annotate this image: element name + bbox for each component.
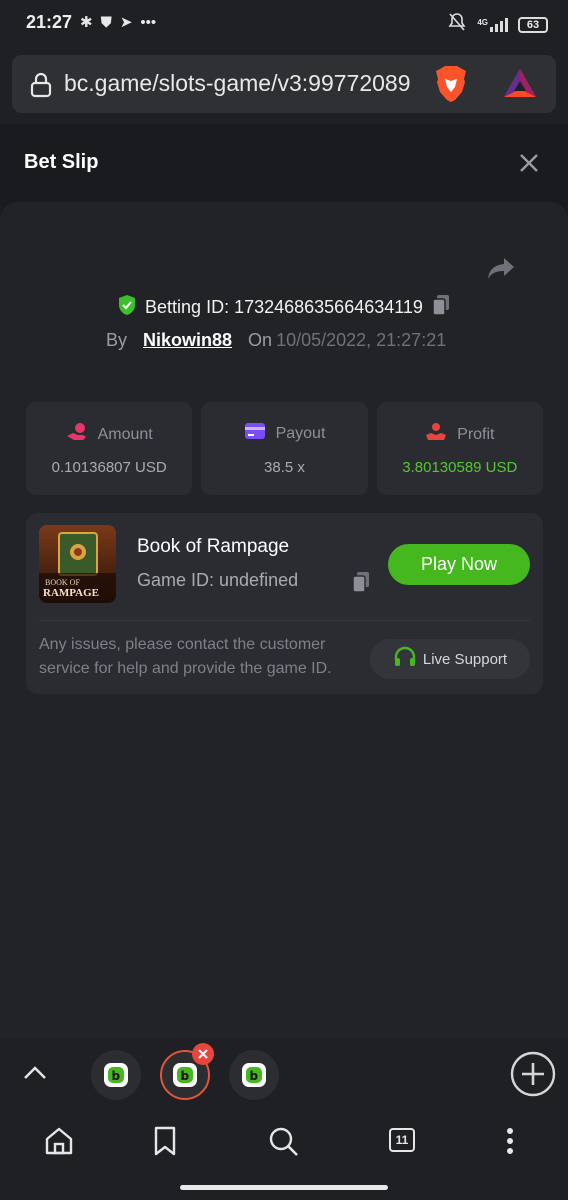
shield-status-icon: ⛊ bbox=[100, 13, 112, 31]
share-icon[interactable] bbox=[486, 256, 516, 287]
stat-payout: Payout 38.5 x bbox=[201, 402, 368, 495]
stat-label: Profit bbox=[457, 425, 495, 443]
battery-icon: 63 bbox=[518, 16, 548, 33]
bluetooth-icon: ✱ bbox=[80, 14, 93, 31]
bcgame-favicon-icon: b bbox=[104, 1063, 128, 1087]
divider bbox=[39, 620, 530, 621]
svg-text:b: b bbox=[112, 1069, 121, 1083]
copy-game-id-icon[interactable] bbox=[351, 571, 371, 598]
tab-strip: b b b bbox=[0, 1038, 568, 1110]
thumb-title-2: RAMPAGE bbox=[43, 587, 99, 599]
address-bar[interactable]: bc.game/slots-game/v3:99772089 bbox=[12, 55, 556, 113]
stat-value: 38.5 x bbox=[264, 459, 305, 476]
home-indicator[interactable] bbox=[180, 1185, 388, 1190]
signal-icon: 4G bbox=[477, 17, 508, 32]
game-id: Game ID: undefined bbox=[137, 570, 299, 590]
brave-shields-icon[interactable] bbox=[434, 65, 468, 108]
game-name: Book of Rampage bbox=[137, 536, 290, 557]
stat-amount: Amount 0.10136807 USD bbox=[26, 402, 193, 495]
live-support-label: Live Support bbox=[422, 650, 508, 668]
stat-profit: Profit 3.80130589 USD bbox=[376, 402, 543, 495]
bet-slip-page: Bet Slip Betting ID: 1732468635664634119… bbox=[0, 124, 568, 1038]
coins-hand-icon bbox=[66, 422, 88, 447]
bat-rewards-icon[interactable] bbox=[502, 67, 538, 104]
game-card: BOOK OF RAMPAGE Book of Rampage Game ID:… bbox=[26, 513, 543, 694]
status-bar: 21:27 ✱ ⛊ ➤ ••• 4G 63 bbox=[0, 0, 568, 48]
copy-icon[interactable] bbox=[431, 294, 451, 321]
support-notice: Any issues, please contact the customer … bbox=[39, 636, 332, 677]
verified-shield-icon bbox=[117, 294, 137, 321]
bcgame-favicon-icon: b bbox=[242, 1063, 266, 1087]
clock: 21:27 bbox=[26, 12, 73, 32]
card-icon bbox=[244, 422, 266, 445]
bet-datetime: 10/05/2022, 21:27:21 bbox=[276, 330, 447, 350]
more-notifications-icon: ••• bbox=[140, 13, 157, 31]
stat-label: Amount bbox=[97, 425, 153, 443]
browser-toolbar: bc.game/slots-game/v3:99772089 bbox=[0, 48, 568, 124]
menu-icon[interactable] bbox=[503, 1126, 517, 1161]
url-text[interactable]: bc.game/slots-game/v3:99772089 bbox=[64, 70, 434, 97]
stat-value: 0.10136807 USD bbox=[51, 459, 167, 476]
new-tab-icon[interactable] bbox=[510, 1051, 556, 1102]
bet-meta-row: By Nikowin88 On 10/05/2022, 21:27:21 bbox=[106, 330, 446, 351]
tab-favicon-1[interactable]: b bbox=[91, 1050, 141, 1100]
page-title: Bet Slip bbox=[24, 151, 99, 173]
bet-slip-header: Bet Slip bbox=[0, 124, 568, 200]
close-tab-icon[interactable] bbox=[192, 1043, 214, 1065]
bookmark-icon[interactable] bbox=[152, 1126, 178, 1161]
live-support-button[interactable]: Live Support bbox=[370, 639, 530, 679]
betting-id: Betting ID: 1732468635664634119 bbox=[145, 297, 423, 317]
svg-text:b: b bbox=[250, 1069, 259, 1083]
chevron-up-icon[interactable] bbox=[22, 1062, 48, 1089]
tab-favicon-3[interactable]: b bbox=[229, 1050, 279, 1100]
home-icon[interactable] bbox=[44, 1126, 74, 1161]
search-icon[interactable] bbox=[268, 1126, 300, 1163]
network-type: 4G bbox=[477, 17, 488, 27]
tab-count: 11 bbox=[389, 1128, 415, 1152]
lock-icon[interactable] bbox=[30, 72, 52, 103]
headset-icon bbox=[393, 646, 417, 672]
battery-level: 63 bbox=[526, 18, 540, 31]
svg-text:b: b bbox=[181, 1069, 190, 1083]
bet-stats: Amount 0.10136807 USD Payout 38.5 x Prof… bbox=[26, 402, 543, 495]
bell-muted-icon bbox=[447, 12, 467, 37]
by-label: By bbox=[106, 330, 128, 350]
game-thumbnail[interactable]: BOOK OF RAMPAGE bbox=[39, 525, 116, 603]
play-now-button[interactable]: Play Now bbox=[388, 544, 530, 585]
telegram-icon: ➤ bbox=[119, 14, 133, 31]
profit-hand-icon bbox=[425, 422, 447, 447]
username-link[interactable]: Nikowin88 bbox=[143, 330, 232, 351]
bcgame-favicon-icon: b bbox=[173, 1063, 197, 1087]
bet-details-panel: Betting ID: 1732468635664634119 By Nikow… bbox=[0, 202, 568, 1038]
stat-value: 3.80130589 USD bbox=[402, 459, 518, 476]
tabs-switcher-button[interactable]: 11 bbox=[389, 1128, 415, 1152]
thumb-title-1: BOOK OF bbox=[45, 578, 80, 587]
stat-label: Payout bbox=[275, 424, 326, 442]
close-icon[interactable] bbox=[518, 152, 540, 179]
on-label: On bbox=[248, 330, 273, 350]
betting-id-row: Betting ID: 1732468635664634119 bbox=[0, 294, 568, 321]
